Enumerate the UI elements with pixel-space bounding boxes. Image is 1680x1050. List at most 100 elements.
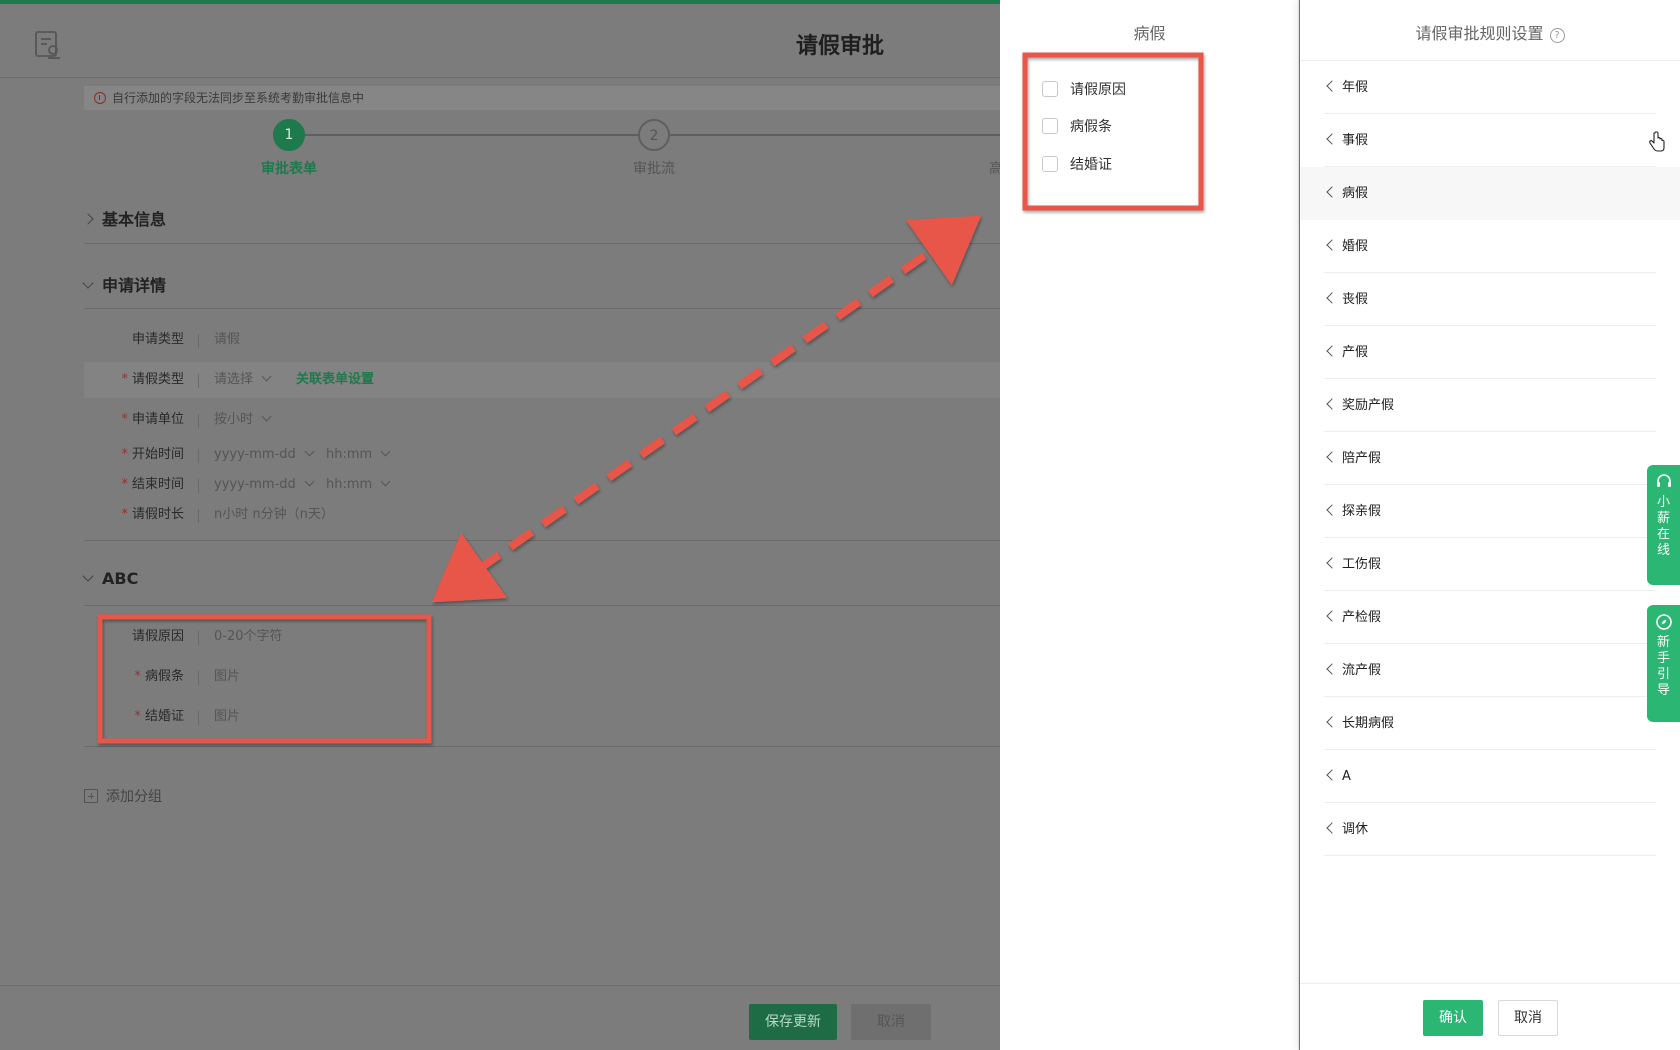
help-icon[interactable]: ? (1549, 28, 1565, 43)
field-label: 请假原因 (131, 629, 184, 644)
step-2-dot[interactable]: 2 (638, 119, 670, 151)
checkbox[interactable] (1042, 156, 1058, 172)
pointer-cursor-icon (1649, 131, 1665, 152)
step-2-label[interactable]: 审批流 (594, 158, 714, 178)
separator (198, 479, 199, 493)
chevron-right-icon (82, 213, 94, 225)
field-label: * 申请单位 (121, 412, 184, 427)
rule-item-label: 病假 (1342, 186, 1369, 201)
field-value: 图片 (214, 709, 241, 724)
field-value: 图片 (214, 669, 241, 684)
notice-text: 自行添加的字段无法同步至系统考勤审批信息中 (112, 91, 365, 105)
rule-item-label: 流产假 (1342, 663, 1382, 678)
rule-item[interactable]: 长期病假 (1324, 697, 1656, 750)
divider (84, 243, 1000, 244)
checkbox[interactable] (1042, 81, 1058, 97)
option-marriage-cert[interactable]: 结婚证 (1042, 153, 1112, 177)
field-label: * 结婚证 (134, 709, 184, 724)
chevron-down-icon (82, 570, 94, 582)
separator (198, 631, 199, 645)
section-apply-detail[interactable]: 申请详情 (82, 272, 167, 296)
field-value: n小时 n分钟（n天） (214, 507, 334, 522)
row-leave-duration: * 请假时长 n小时 n分钟（n天） (84, 497, 1000, 533)
panel-title: 请假审批规则设置? (1300, 20, 1680, 44)
rule-item[interactable]: 产假 (1324, 326, 1656, 379)
option-leave-reason[interactable]: 请假原因 (1042, 78, 1126, 102)
rule-item-label: 调休 (1342, 822, 1369, 837)
rule-item-label: 陪产假 (1342, 451, 1382, 466)
section-abc-title: ABC (102, 569, 139, 588)
add-group-button[interactable]: 添加分组 (84, 786, 162, 806)
confirm-button[interactable]: 确认 (1423, 1000, 1483, 1036)
chevron-down-icon (261, 411, 272, 422)
unit-select[interactable]: 按小时 (214, 402, 272, 438)
row-leave-type[interactable]: * 请假类型 请选择 关联表单设置 (84, 362, 1000, 398)
rule-item[interactable]: 探亲假 (1324, 485, 1656, 538)
chevron-down-icon (261, 371, 272, 382)
chevron-left-icon (1326, 716, 1338, 728)
step-1-dot[interactable]: 1 (273, 119, 305, 151)
sick-leave-field-panel: 病假 请假原因 病假条 结婚证 (1000, 0, 1299, 1050)
rule-item[interactable]: 陪产假 (1324, 432, 1656, 485)
divider (84, 746, 1000, 747)
step-3-label[interactable]: 高 (986, 158, 1000, 178)
chevron-left-icon (1326, 504, 1338, 516)
chevron-left-icon (1326, 663, 1338, 675)
separator (198, 449, 199, 463)
section-basic-info[interactable]: 基本信息 (82, 206, 167, 230)
chevron-left-icon (1326, 769, 1338, 781)
chevron-left-icon (1326, 133, 1338, 145)
approval-form-icon[interactable] (34, 30, 62, 60)
chevron-down-icon (380, 446, 391, 457)
rule-item[interactable]: 丧假 (1324, 273, 1656, 326)
separator (198, 509, 199, 523)
checkbox[interactable] (1042, 118, 1058, 134)
rule-item[interactable]: 事假 (1324, 114, 1656, 167)
option-sick-note[interactable]: 病假条 (1042, 115, 1112, 139)
row-marriage-cert: * 结婚证 图片 (84, 699, 1000, 735)
panel-header: 请假审批规则设置? (1300, 0, 1680, 61)
step-progress: 1 2 审批表单 审批流 高 (0, 118, 1000, 178)
chevron-left-icon (1326, 822, 1338, 834)
option-label: 病假条 (1070, 119, 1112, 135)
row-apply-unit: * 申请单位 按小时 (84, 402, 1000, 438)
divider (84, 540, 1000, 541)
rule-item[interactable]: 工伤假 (1324, 538, 1656, 591)
rule-item-label: 婚假 (1342, 239, 1369, 254)
rule-item-label: A (1342, 769, 1351, 784)
new-user-guide-button[interactable]: 新手引导 (1647, 605, 1680, 722)
chevron-left-icon (1326, 557, 1338, 569)
section-abc[interactable]: ABC (82, 569, 139, 593)
section-basic-title: 基本信息 (102, 210, 167, 229)
rule-item[interactable]: 流产假 (1324, 644, 1656, 697)
save-update-button[interactable]: 保存更新 (749, 1004, 837, 1040)
chevron-down-icon (380, 476, 391, 487)
rule-item[interactable]: 年假 (1324, 61, 1656, 114)
background-page: 请假审批 自行添加的字段无法同步至系统考勤审批信息中 1 2 审批表单 审批流 … (0, 0, 1000, 1050)
rule-item[interactable]: 病假 (1300, 167, 1680, 220)
chevron-left-icon (1326, 239, 1338, 251)
rule-item[interactable]: 产检假 (1324, 591, 1656, 644)
online-support-label: 小薪在线 (1656, 495, 1670, 558)
section-detail-title: 申请详情 (102, 276, 167, 295)
chevron-left-icon (1326, 292, 1338, 304)
row-apply-type: 申请类型 请假 (84, 322, 1000, 358)
rule-item[interactable]: A (1324, 750, 1656, 803)
cancel-button[interactable]: 取消 (1498, 1000, 1558, 1036)
cancel-button[interactable]: 取消 (851, 1004, 931, 1040)
chevron-left-icon (1326, 451, 1338, 463)
option-label: 请假原因 (1070, 82, 1126, 98)
headset-icon (1656, 474, 1671, 487)
rule-item[interactable]: 调休 (1324, 803, 1656, 856)
leave-type-select[interactable]: 请选择 (214, 362, 272, 398)
step-1-label[interactable]: 审批表单 (229, 158, 349, 178)
online-support-button[interactable]: 小薪在线 (1647, 465, 1680, 585)
rule-item-label: 丧假 (1342, 292, 1369, 307)
guide-label: 新手引导 (1656, 635, 1670, 698)
rule-item-label: 探亲假 (1342, 504, 1382, 519)
field-label: * 请假类型 (121, 372, 184, 387)
separator (198, 711, 199, 725)
rule-item[interactable]: 婚假 (1324, 220, 1656, 273)
rule-item[interactable]: 奖励产假 (1324, 379, 1656, 432)
link-form-settings[interactable]: 关联表单设置 (296, 362, 374, 398)
